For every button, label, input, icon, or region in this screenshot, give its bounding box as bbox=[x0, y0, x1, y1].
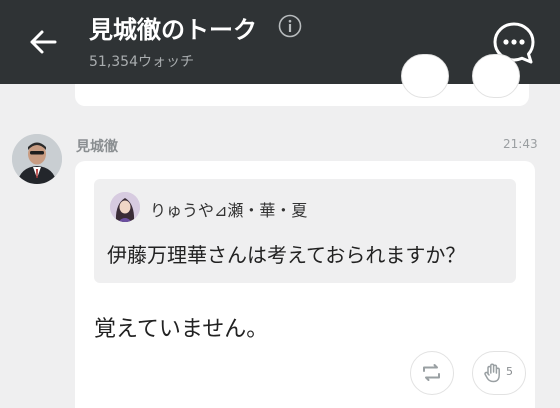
clap-count: 5 bbox=[506, 365, 513, 378]
quote-text: 伊藤万理華さんは考えておられますか？ bbox=[107, 243, 466, 267]
sender-name[interactable]: 見城徹 bbox=[76, 136, 118, 156]
message-text: 覚えていません。 bbox=[94, 317, 269, 342]
watch-count: 51,354ウォッチ bbox=[89, 54, 194, 70]
avatar[interactable] bbox=[12, 134, 62, 184]
clap-icon bbox=[484, 363, 500, 383]
avatar-image bbox=[12, 134, 62, 184]
previous-repost-button[interactable] bbox=[401, 54, 449, 98]
message-card: りゅうや⊿瀬・華・夏 伊藤万理華さんは考えておられますか？ 覚えていません。 5 bbox=[75, 161, 535, 408]
clap-button[interactable]: 5 bbox=[472, 351, 526, 395]
quote-author: りゅうや⊿瀬・華・夏 bbox=[150, 201, 308, 220]
quoted-question[interactable]: りゅうや⊿瀬・華・夏 伊藤万理華さんは考えておられますか？ bbox=[94, 179, 516, 283]
repost-icon bbox=[423, 364, 440, 381]
message-time: 21:43 bbox=[503, 137, 538, 151]
talk-title: 見城徹のトーク bbox=[89, 16, 257, 44]
back-arrow-icon[interactable] bbox=[28, 27, 58, 57]
repost-button[interactable] bbox=[410, 351, 454, 395]
previous-message-card bbox=[75, 54, 529, 106]
quote-avatar-image bbox=[110, 192, 140, 222]
previous-like-button[interactable] bbox=[472, 54, 520, 98]
quote-avatar bbox=[110, 192, 140, 222]
info-icon[interactable] bbox=[278, 14, 302, 38]
